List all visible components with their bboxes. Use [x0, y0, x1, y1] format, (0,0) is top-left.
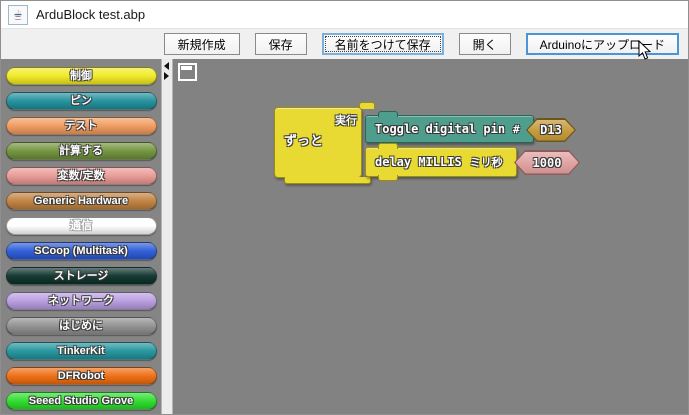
window-title: ArduBlock test.abp	[36, 7, 146, 22]
toolbar-button-open[interactable]: 開く	[458, 33, 511, 55]
expand-right-icon[interactable]	[164, 72, 169, 80]
toolbar-button-new[interactable]: 新規作成	[163, 33, 240, 55]
collapse-left-icon[interactable]	[164, 62, 169, 70]
sidebar-category-3[interactable]: 計算する	[5, 142, 157, 160]
block-toggle-digital-pin[interactable]: Toggle digital pin #	[365, 111, 534, 143]
sidebar-category-13[interactable]: Seeed Studio Grove	[5, 392, 157, 410]
toolbar-button-save-as[interactable]: 名前をつけて保存	[321, 33, 444, 55]
sidebar-category-11[interactable]: TinkerKit	[5, 342, 157, 360]
loop-block[interactable]: 実行 ずっと	[274, 107, 362, 178]
delay-value: 1000	[532, 155, 562, 170]
toolbar-button-save[interactable]: 保存	[254, 33, 307, 55]
block-delay-millis[interactable]: delay MILLIS ミリ秒	[365, 143, 517, 181]
title-bar: ArduBlock test.abp	[1, 1, 688, 29]
sidebar-category-list: 制御ピンテスト計算する変数/定数 Generic Hardware 通信 SCoop …	[1, 59, 161, 414]
loop-block-bottom-tab	[284, 177, 371, 184]
sidebar-category-2[interactable]: テスト	[5, 117, 157, 135]
sidebar-category-1[interactable]: ピン	[5, 92, 157, 110]
sidebar-category-7[interactable]: SCoop (Multitask)	[5, 242, 157, 260]
block-param-label: #	[513, 122, 520, 136]
pin-value: D13	[540, 123, 562, 137]
sidebar-category-8[interactable]: ストレージ	[5, 267, 157, 285]
sidebar-category-4[interactable]: 変数/定数	[5, 167, 157, 185]
minimized-navigator-icon[interactable]	[178, 63, 197, 81]
toolbar-button-upload[interactable]: Arduinoにアップロード	[525, 33, 679, 55]
ardublock-window: ArduBlock test.abp 新規作成 保存 名前をつけて保存 開く Ardui…	[0, 0, 689, 415]
value-block-delay-ms[interactable]: 1000	[514, 150, 580, 175]
sidebar-category-6[interactable]: 通信	[5, 217, 157, 235]
splitpane-divider[interactable]	[161, 59, 173, 414]
loop-block-label: ずっと	[284, 133, 324, 148]
block-label: delay MILLIS	[375, 155, 462, 169]
sidebar-category-12[interactable]: DFRobot	[5, 367, 157, 385]
sidebar-category-10[interactable]: はじめに	[5, 317, 157, 335]
java-coffee-cup-icon	[8, 4, 28, 25]
sidebar-category-0[interactable]: 制御	[5, 67, 157, 85]
sidebar-category-9[interactable]: ネットワーク	[5, 292, 157, 310]
sidebar-category-5[interactable]: Generic Hardware	[5, 192, 157, 210]
block-param-label: ミリ秒	[469, 157, 503, 169]
block-label: Toggle digital pin	[375, 122, 506, 136]
main-area: 制御ピンテスト計算する変数/定数 Generic Hardware 通信 SCoop …	[1, 59, 688, 414]
toolbar-buttons: 新規作成 保存 名前をつけて保存 開く Arduinoにアップロード	[1, 29, 688, 59]
block-canvas[interactable]: 実行 ずっと Toggle digital pin # D13 delay MI…	[173, 59, 688, 414]
loop-slot-label: 実行	[335, 115, 357, 127]
